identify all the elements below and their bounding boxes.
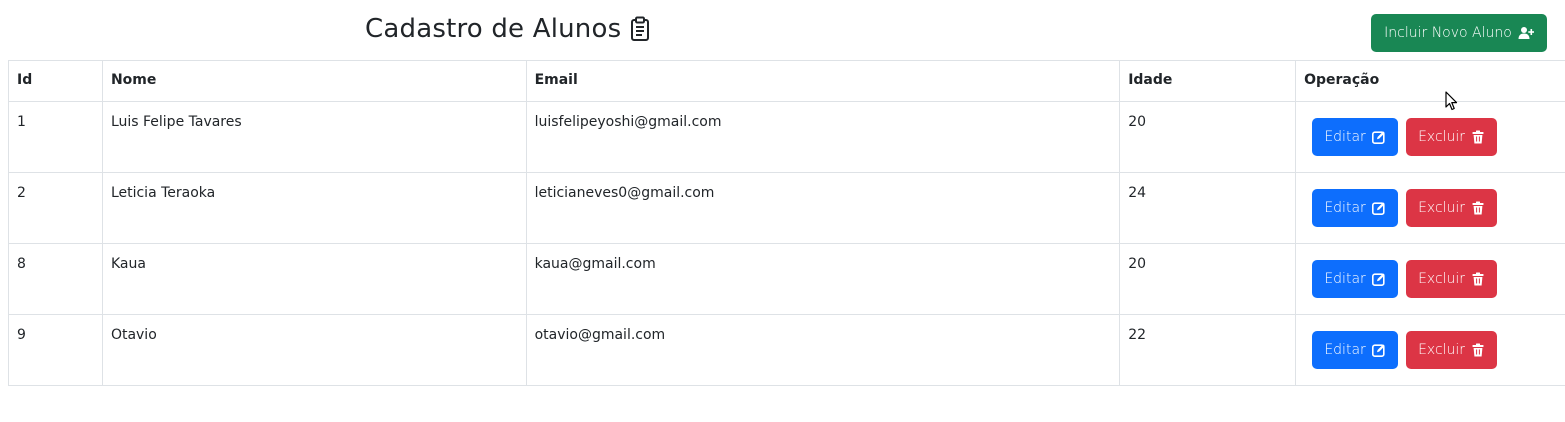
edit-button[interactable]: Editar	[1312, 260, 1399, 298]
edit-button[interactable]: Editar	[1312, 118, 1399, 156]
cell-operacao: Editar Excluir	[1295, 314, 1565, 386]
cell-id: 8	[8, 243, 103, 315]
row-actions: Editar Excluir	[1312, 189, 1565, 227]
user-plus-icon	[1518, 26, 1534, 40]
edit-icon	[1371, 272, 1386, 286]
table-body: 1 Luis Felipe Tavares luisfelipeyoshi@gm…	[8, 101, 1565, 386]
edit-button-label: Editar	[1324, 129, 1366, 145]
row-actions: Editar Excluir	[1312, 331, 1565, 369]
edit-button[interactable]: Editar	[1312, 189, 1399, 227]
cell-id: 9	[8, 314, 103, 386]
cell-operacao: Editar Excluir	[1295, 243, 1565, 315]
edit-button-label: Editar	[1324, 271, 1366, 287]
delete-button[interactable]: Excluir	[1406, 189, 1498, 227]
cell-nome: Leticia Teraoka	[101, 172, 527, 244]
table-row: 2 Leticia Teraoka leticianeves0@gmail.co…	[8, 172, 1565, 244]
edit-button-label: Editar	[1324, 200, 1366, 216]
trash-icon	[1471, 130, 1485, 144]
trash-icon	[1471, 272, 1485, 286]
cell-email: leticianeves0@gmail.com	[525, 172, 1121, 244]
trash-icon	[1471, 201, 1485, 215]
cell-idade: 24	[1119, 172, 1297, 244]
students-table: Id Nome Email Idade Operação 1 Luis Feli…	[8, 60, 1565, 386]
page: Cadastro de Alunos Incluir Novo Aluno Id…	[0, 0, 1565, 422]
delete-button-label: Excluir	[1418, 342, 1466, 358]
page-title: Cadastro de Alunos	[365, 14, 651, 44]
table-header-row: Id Nome Email Idade Operação	[8, 60, 1565, 102]
table-row: 9 Otavio otavio@gmail.com 22 Editar Excl…	[8, 314, 1565, 386]
delete-button-label: Excluir	[1418, 271, 1466, 287]
cell-nome: Kaua	[101, 243, 527, 315]
table-row: 8 Kaua kaua@gmail.com 20 Editar Excluir	[8, 243, 1565, 315]
column-header-operacao: Operação	[1295, 60, 1565, 102]
delete-button[interactable]: Excluir	[1406, 118, 1498, 156]
row-actions: Editar Excluir	[1312, 260, 1565, 298]
delete-button[interactable]: Excluir	[1406, 260, 1498, 298]
cell-id: 1	[8, 101, 103, 173]
column-header-nome: Nome	[101, 60, 527, 102]
trash-icon	[1471, 343, 1485, 357]
cell-idade: 20	[1119, 243, 1297, 315]
table-row: 1 Luis Felipe Tavares luisfelipeyoshi@gm…	[8, 101, 1565, 173]
add-student-button[interactable]: Incluir Novo Aluno	[1371, 14, 1547, 52]
page-title-text: Cadastro de Alunos	[365, 14, 622, 44]
cell-id: 2	[8, 172, 103, 244]
cell-email: otavio@gmail.com	[525, 314, 1121, 386]
cell-email: luisfelipeyoshi@gmail.com	[525, 101, 1121, 173]
add-student-button-label: Incluir Novo Aluno	[1384, 25, 1512, 41]
cell-operacao: Editar Excluir	[1295, 172, 1565, 244]
table-header: Id Nome Email Idade Operação	[8, 60, 1565, 102]
edit-icon	[1371, 201, 1386, 215]
column-header-id: Id	[8, 60, 103, 102]
cell-email: kaua@gmail.com	[525, 243, 1121, 315]
edit-icon	[1371, 130, 1386, 144]
edit-icon	[1371, 343, 1386, 357]
delete-button[interactable]: Excluir	[1406, 331, 1498, 369]
cell-idade: 22	[1119, 314, 1297, 386]
clipboard-icon	[629, 16, 651, 42]
cell-operacao: Editar Excluir	[1295, 101, 1565, 173]
delete-button-label: Excluir	[1418, 129, 1466, 145]
column-header-idade: Idade	[1119, 60, 1297, 102]
cell-nome: Luis Felipe Tavares	[101, 101, 527, 173]
delete-button-label: Excluir	[1418, 200, 1466, 216]
column-header-email: Email	[525, 60, 1121, 102]
cell-idade: 20	[1119, 101, 1297, 173]
cell-nome: Otavio	[101, 314, 527, 386]
row-actions: Editar Excluir	[1312, 118, 1565, 156]
edit-button-label: Editar	[1324, 342, 1366, 358]
edit-button[interactable]: Editar	[1312, 331, 1399, 369]
